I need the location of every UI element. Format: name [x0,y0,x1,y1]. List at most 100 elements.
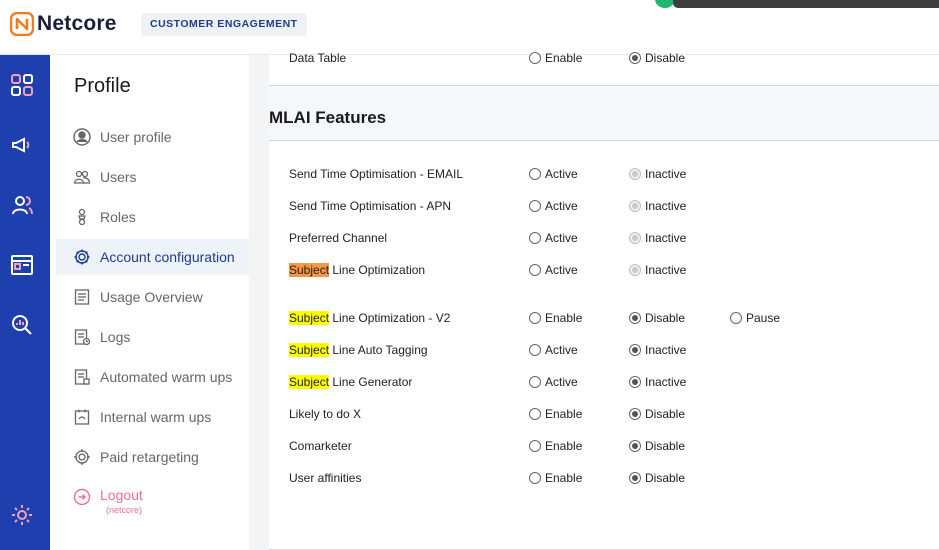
feature-row: Preferred Channel [289,227,529,249]
feature-row: Subject Line Generator [289,371,529,393]
data-table-disable-radio[interactable]: Disable [629,51,685,65]
roles-icon [72,207,92,227]
option-1-radio[interactable]: Active [529,231,578,245]
feature-name: Send Time Optimisation - APN [289,199,452,213]
radio-label: Inactive [645,263,687,277]
radio-label: Disable [645,439,686,453]
sidebar-item-usage-overview[interactable]: Usage Overview [56,279,249,315]
netcore-logo-icon [9,11,35,37]
sidebar-item-users[interactable]: Users [56,159,249,195]
radio-button[interactable] [529,344,541,356]
option-1-radio[interactable]: Active [529,263,578,277]
radio-button [629,232,641,244]
sidebar-item-roles[interactable]: Roles [56,199,249,235]
megaphone-icon[interactable] [9,132,35,158]
profile-sidebar: Profile User profile Users Roles Account… [50,55,249,550]
radio-button[interactable] [529,200,541,212]
radio-button[interactable] [529,440,541,452]
option-2-radio: Inactive [629,199,686,213]
feature-label: Likely to do X [289,407,529,421]
toast-bar [673,0,939,8]
window-icon[interactable] [9,252,35,278]
radio-label: Disable [645,471,686,485]
sidebar-item-label: Automated warm ups [100,369,233,385]
sidebar-item-automated-warm-ups[interactable]: Automated warm ups [56,359,249,395]
radio-label: Active [545,199,578,213]
sidebar-item-label: Paid retargeting [100,449,199,465]
logout-account: (netcore) [106,505,143,515]
radio-button[interactable] [629,440,641,452]
radio-button[interactable] [529,232,541,244]
gear-icon [72,247,92,267]
feature-label: User affinities [289,471,529,485]
option-2-radio[interactable]: Disable [629,311,685,325]
option-1-radio[interactable]: Enable [529,311,582,325]
option-2-radio[interactable]: Inactive [629,343,686,357]
option-2-radio[interactable]: Disable [629,439,685,453]
feature-name: Send Time Optimisation - EMAIL [289,167,464,181]
users-icon [72,167,92,187]
option-2-radio[interactable]: Disable [629,471,685,485]
option-2-radio: Inactive [629,263,686,277]
analytics-icon[interactable] [9,312,35,338]
radio-button[interactable] [529,408,541,420]
feature-label: Send Time Optimisation - EMAIL [289,167,529,181]
option-1-radio[interactable]: Active [529,167,578,181]
radio-label: Enable [545,311,583,325]
internal-icon [72,407,92,427]
radio-button[interactable] [629,344,641,356]
radio-label: Active [545,263,578,277]
feature-row: Comarketer [289,435,529,457]
feature-name: Line Optimization [329,263,426,277]
option-1-radio[interactable]: Active [529,343,578,357]
radio-button[interactable] [529,472,541,484]
data-table-enable-radio[interactable]: Enable [529,51,582,65]
option-2-radio[interactable]: Disable [629,407,685,421]
option-2-radio: Inactive [629,231,686,245]
feature-label: Subject Line Optimization - V2 [289,311,529,325]
search-highlight: Subject [289,263,330,277]
radio-button[interactable] [629,408,641,420]
logout-button[interactable]: Logout (netcore) [56,485,249,525]
section-title: MLAI Features [269,108,387,127]
option-1-radio[interactable]: Enable [529,407,582,421]
product-chip[interactable]: CUSTOMER ENGAGEMENT [141,13,307,36]
search-highlight: Subject [289,375,330,389]
sidebar-item-user-profile[interactable]: User profile [56,119,249,155]
dashboard-icon[interactable] [9,72,35,98]
feature-row: User affinities [289,467,529,489]
radio-button[interactable] [629,312,641,324]
nav-rail [0,55,50,550]
option-1-radio[interactable]: Active [529,375,578,389]
settings-icon[interactable] [9,502,35,528]
sidebar-item-logs[interactable]: Logs [56,319,249,355]
radio-label: Active [545,167,578,181]
radio-button[interactable] [730,312,742,324]
radio-button[interactable] [529,168,541,180]
radio-button[interactable] [629,472,641,484]
feature-row: Send Time Optimisation - EMAIL [289,163,529,185]
sidebar-item-account-configuration[interactable]: Account configuration [56,239,249,275]
radio-button[interactable] [529,312,541,324]
settings-panel: Data Table Enable Disable MLAI Features … [269,51,939,550]
sidebar-item-internal-warm-ups[interactable]: Internal warm ups [56,399,249,435]
radio-button[interactable] [629,376,641,388]
option-1-radio[interactable]: Active [529,199,578,213]
radio-label: Inactive [645,375,687,389]
radio-button[interactable] [529,264,541,276]
sidebar-item-paid-retargeting[interactable]: Paid retargeting [56,439,249,475]
target-icon [72,447,92,467]
sidebar-item-label: Usage Overview [100,289,203,305]
radio-button[interactable] [529,376,541,388]
radio-label: Pause [746,311,781,325]
option-1-radio[interactable]: Enable [529,471,582,485]
option-1-radio[interactable]: Enable [529,439,582,453]
netcore-logo[interactable]: Netcore [9,11,117,37]
audience-icon[interactable] [9,192,35,218]
option-2-radio[interactable]: Inactive [629,375,686,389]
option-3-radio[interactable]: Pause [730,311,780,325]
radio-label: Enable [545,407,583,421]
feature-label: Subject Line Auto Tagging [289,343,529,357]
radio-label: Inactive [645,199,687,213]
section-header: MLAI Features [269,85,939,141]
